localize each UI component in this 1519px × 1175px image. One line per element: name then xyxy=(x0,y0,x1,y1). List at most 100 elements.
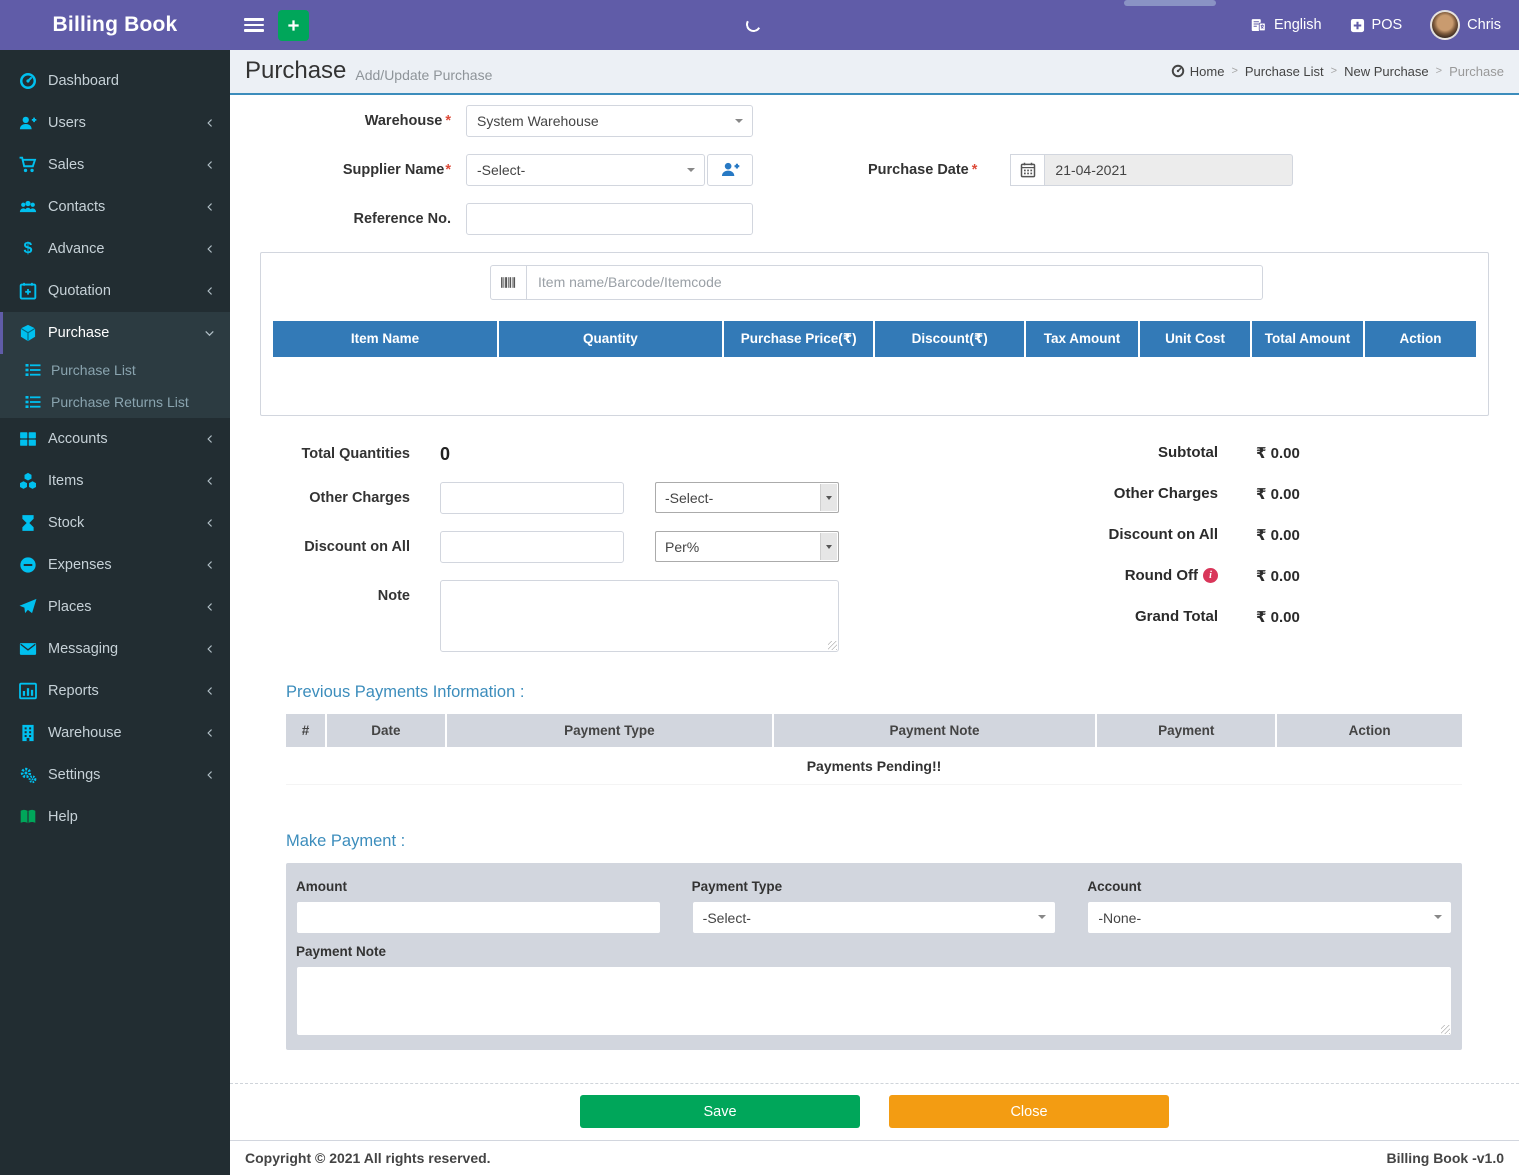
supplier-select[interactable]: -Select- xyxy=(466,153,705,186)
resize-handle-icon[interactable] xyxy=(1441,1025,1450,1035)
round-off-value: ₹ 0.00 xyxy=(1256,567,1300,585)
col-item-name: Item Name xyxy=(273,320,499,357)
sidebar-subitem-purchase-list[interactable]: Purchase List xyxy=(0,354,230,386)
sidebar-subitem-purchase-returns-list[interactable]: Purchase Returns List xyxy=(0,386,230,418)
other-charges-type-select[interactable]: -Select- xyxy=(655,482,839,514)
sidebar-item-advance[interactable]: $ Advance xyxy=(0,228,230,270)
gears-icon xyxy=(18,766,38,784)
info-icon[interactable]: i xyxy=(1203,568,1218,584)
sidebar-item-help[interactable]: Help xyxy=(0,796,230,838)
add-supplier-button[interactable] xyxy=(707,153,753,186)
sidebar-item-places[interactable]: Places xyxy=(0,586,230,628)
breadcrumb-new-purchase[interactable]: New Purchase xyxy=(1344,64,1429,79)
page-title: Purchase xyxy=(245,57,347,85)
pos-label: POS xyxy=(1371,17,1403,33)
note-textarea[interactable] xyxy=(440,579,839,652)
sidebar-item-messaging[interactable]: Messaging xyxy=(0,628,230,670)
page-subtitle: Add/Update Purchase xyxy=(355,67,493,84)
book-icon xyxy=(18,808,38,826)
sidebar-item-reports[interactable]: Reports xyxy=(0,670,230,712)
discount-on-all-input[interactable] xyxy=(440,530,624,563)
select-arrow-icon xyxy=(735,118,743,127)
list-icon xyxy=(24,394,42,410)
content-header: Purchase Add/Update Purchase Home > Purc… xyxy=(230,50,1519,93)
select-arrow-icon xyxy=(820,484,837,512)
col-action: Action xyxy=(1276,713,1462,747)
summary-discount-value: ₹ 0.00 xyxy=(1256,526,1300,544)
pos-button[interactable]: POS xyxy=(1350,17,1403,33)
calendar-plus-icon xyxy=(18,282,38,300)
sidebar-item-expenses[interactable]: Expenses xyxy=(0,544,230,586)
cube-icon xyxy=(18,324,38,342)
sidebar-item-contacts[interactable]: Contacts xyxy=(0,186,230,228)
sidebar-item-accounts[interactable]: Accounts xyxy=(0,418,230,460)
amount-input[interactable] xyxy=(296,901,661,935)
sidebar-toggle-icon[interactable] xyxy=(244,18,264,32)
col-payment-note: Payment Note xyxy=(772,713,1098,747)
chevron-down-icon xyxy=(204,328,215,339)
grand-total-value: ₹ 0.00 xyxy=(1256,608,1300,626)
payment-type-select[interactable]: -Select- xyxy=(691,901,1057,935)
sidebar-item-warehouse[interactable]: Warehouse xyxy=(0,712,230,754)
select-arrow-icon xyxy=(1038,915,1047,923)
col-unit-cost: Unit Cost xyxy=(1139,320,1252,357)
select-arrow-icon xyxy=(1433,915,1442,923)
copyright-text: Copyright © 2021 All rights reserved. xyxy=(245,1150,491,1167)
warehouse-select[interactable]: System Warehouse xyxy=(466,104,753,137)
sidebar-item-settings[interactable]: Settings xyxy=(0,754,230,796)
save-button[interactable]: Save xyxy=(580,1095,860,1129)
dashboard-icon xyxy=(18,72,38,90)
other-charges-label: Other Charges xyxy=(309,489,410,506)
make-payment-heading: Make Payment : xyxy=(286,832,406,851)
chevron-left-icon xyxy=(205,433,215,445)
user-plus-icon xyxy=(721,163,739,177)
other-charges-input[interactable] xyxy=(440,481,624,514)
sidebar-item-items[interactable]: Items xyxy=(0,460,230,502)
col-total-amount: Total Amount xyxy=(1251,320,1366,357)
user-avatar xyxy=(1430,10,1461,40)
resize-handle-icon[interactable] xyxy=(828,640,837,650)
col-quantity: Quantity xyxy=(497,320,724,357)
account-select[interactable]: -None- xyxy=(1087,901,1452,935)
purchase-date-label: Purchase Date * xyxy=(868,161,978,178)
select-arrow-icon xyxy=(820,533,837,561)
purchase-form: Warehouse * System Warehouse Supplier Nam… xyxy=(230,92,1519,1141)
home-dashboard-icon xyxy=(1171,64,1185,78)
breadcrumb-current: Purchase xyxy=(1449,63,1504,79)
chevron-left-icon xyxy=(205,643,215,655)
language-menu[interactable]: English xyxy=(1251,17,1322,33)
sidebar-item-dashboard[interactable]: Dashboard xyxy=(0,60,230,102)
col-tax-amount: Tax Amount xyxy=(1024,320,1141,357)
calendar-icon[interactable] xyxy=(1010,153,1045,186)
minus-circle-icon xyxy=(18,556,38,574)
app-logo[interactable]: Billing Book xyxy=(0,0,230,50)
top-navbar: Billing Book English POS Chris xyxy=(0,0,1519,50)
list-icon xyxy=(24,362,42,378)
discount-type-select[interactable]: Per% xyxy=(655,531,839,563)
sidebar-item-sales[interactable]: Sales xyxy=(0,144,230,186)
user-menu[interactable]: Chris xyxy=(1430,10,1501,40)
quick-add-button[interactable] xyxy=(278,9,309,41)
reference-no-input[interactable] xyxy=(466,202,753,235)
sidebar-item-purchase[interactable]: Purchase xyxy=(0,312,230,354)
items-table-header: Item Name Quantity Purchase Price(₹) Dis… xyxy=(273,320,1476,357)
users-group-icon xyxy=(18,198,38,216)
breadcrumb-home[interactable]: Home xyxy=(1171,64,1224,79)
sidebar-item-users[interactable]: Users xyxy=(0,102,230,144)
chevron-left-icon xyxy=(205,727,215,739)
render-artifact xyxy=(1124,0,1216,6)
close-button[interactable]: Close xyxy=(889,1095,1169,1129)
chevron-left-icon xyxy=(205,769,215,781)
summary-other-charges-label: Other Charges xyxy=(1113,485,1218,503)
payment-type-label: Payment Type xyxy=(691,879,783,895)
breadcrumb-purchase-list[interactable]: Purchase List xyxy=(1245,64,1324,79)
chevron-left-icon xyxy=(205,475,215,487)
sidebar-item-quotation[interactable]: Quotation xyxy=(0,270,230,312)
subtotal-label: Subtotal xyxy=(1158,444,1218,462)
warehouse-label: Warehouse * xyxy=(364,112,451,129)
purchase-date-input[interactable] xyxy=(1044,153,1294,186)
item-search-input[interactable] xyxy=(527,265,1262,299)
grand-total-label: Grand Total xyxy=(1134,608,1218,626)
sidebar-item-stock[interactable]: Stock xyxy=(0,502,230,544)
payment-note-textarea[interactable] xyxy=(296,966,1452,1037)
